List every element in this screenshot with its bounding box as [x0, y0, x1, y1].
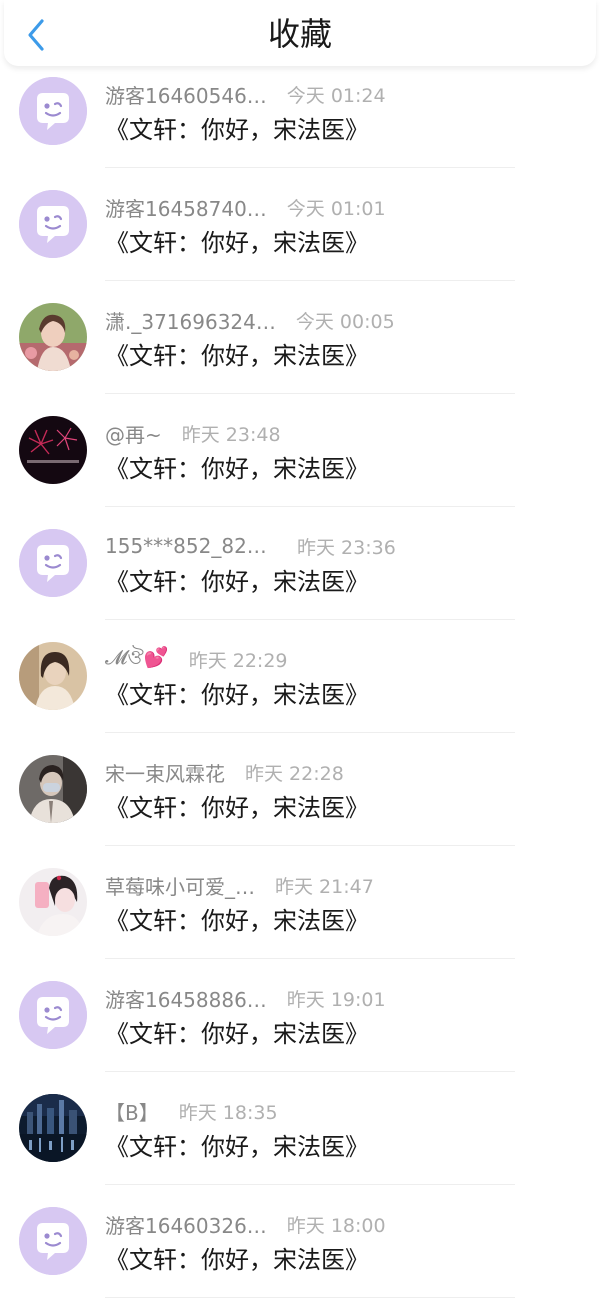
list-item[interactable]: 宋一束风霖花 昨天 22:28 《文轩：你好，宋法医》: [0, 733, 600, 846]
timestamp: 今天 00:05: [295, 310, 395, 333]
timestamp: 昨天 18:35: [178, 1101, 278, 1124]
timestamp: 昨天 21:47: [275, 875, 374, 898]
avatar[interactable]: [19, 1094, 87, 1162]
username[interactable]: 𝓜ঔ💕: [105, 643, 169, 676]
item-meta: @再~ 昨天 23:48: [105, 419, 281, 448]
timestamp: 昨天 23:48: [181, 423, 281, 446]
message-text[interactable]: 《文轩：你好，宋法医》: [105, 1130, 369, 1164]
favorites-list: 游客16460546… 今天 01:24 《文轩：你好，宋法医》 游客16458740…: [0, 55, 600, 1298]
timestamp: 今天 01:24: [286, 84, 386, 107]
list-item[interactable]: 草莓味小可爱_… 昨天 21:47 《文轩：你好，宋法医》: [0, 846, 600, 959]
username[interactable]: 宋一束风霖花: [105, 758, 225, 787]
default-avatar-icon[interactable]: [19, 1207, 87, 1275]
list-item[interactable]: 155***852_828… 昨天 23:36 《文轩：你好，宋法医》: [0, 507, 600, 620]
message-text[interactable]: 《文轩：你好，宋法医》: [105, 1017, 369, 1051]
message-text[interactable]: 《文轩：你好，宋法医》: [105, 678, 369, 712]
list-item[interactable]: 游客16458886… 昨天 19:01 《文轩：你好，宋法医》: [0, 959, 600, 1072]
timestamp: 昨天 18:00: [286, 1214, 386, 1237]
default-avatar-icon[interactable]: [19, 77, 87, 145]
list-item[interactable]: 游客16458740… 今天 01:01 《文轩：你好，宋法医》: [0, 168, 600, 281]
message-text[interactable]: 《文轩：你好，宋法医》: [105, 565, 369, 599]
message-text[interactable]: 《文轩：你好，宋法医》: [105, 226, 369, 260]
page-title: 收藏: [267, 15, 332, 53]
username[interactable]: 【B】: [105, 1097, 159, 1126]
timestamp: 昨天 22:28: [245, 762, 344, 785]
list-item[interactable]: 𝓜ঔ💕 昨天 22:29 《文轩：你好，宋法医》: [0, 620, 600, 733]
username[interactable]: @再~: [105, 419, 162, 448]
avatar[interactable]: [19, 416, 87, 484]
username[interactable]: 游客16460546…: [105, 80, 267, 109]
timestamp: 今天 01:01: [286, 197, 386, 220]
message-text[interactable]: 《文轩：你好，宋法医》: [105, 113, 369, 147]
item-meta: 游客16460546… 今天 01:24: [105, 80, 386, 109]
item-meta: 𝓜ঔ💕 昨天 22:29: [105, 645, 288, 672]
username[interactable]: 155***852_828…: [105, 534, 277, 558]
username[interactable]: 草莓味小可爱_…: [105, 871, 255, 900]
default-avatar-icon[interactable]: [19, 529, 87, 597]
message-text[interactable]: 《文轩：你好，宋法医》: [105, 452, 369, 486]
username[interactable]: 游客16458886…: [105, 984, 267, 1013]
list-item[interactable]: @再~ 昨天 23:48 《文轩：你好，宋法医》: [0, 394, 600, 507]
timestamp: 昨天 19:01: [286, 988, 386, 1011]
top-bar: 收藏: [4, 0, 596, 66]
item-meta: 155***852_828… 昨天 23:36: [105, 533, 396, 559]
list-item[interactable]: 游客16460326… 昨天 18:00 《文轩：你好，宋法医》: [0, 1185, 600, 1298]
message-text[interactable]: 《文轩：你好，宋法医》: [105, 339, 369, 373]
username[interactable]: 潇._371696324…: [105, 306, 276, 335]
default-avatar-icon[interactable]: [19, 981, 87, 1049]
item-meta: 潇._371696324… 今天 00:05: [105, 306, 395, 335]
message-text[interactable]: 《文轩：你好，宋法医》: [105, 1243, 369, 1277]
default-avatar-icon[interactable]: [19, 190, 87, 258]
avatar[interactable]: [19, 868, 87, 936]
avatar[interactable]: [19, 755, 87, 823]
timestamp: 昨天 22:29: [188, 649, 288, 672]
item-meta: 草莓味小可爱_… 昨天 21:47: [105, 871, 374, 900]
avatar[interactable]: [19, 642, 87, 710]
item-meta: 游客16460326… 昨天 18:00: [105, 1210, 386, 1239]
message-text[interactable]: 《文轩：你好，宋法医》: [105, 904, 369, 938]
list-item[interactable]: 【B】 昨天 18:35 《文轩：你好，宋法医》: [0, 1072, 600, 1185]
timestamp: 昨天 23:36: [297, 536, 396, 559]
item-meta: 游客16458886… 昨天 19:01: [105, 984, 386, 1013]
avatar[interactable]: [19, 303, 87, 371]
list-item[interactable]: 潇._371696324… 今天 00:05 《文轩：你好，宋法医》: [0, 281, 600, 394]
item-meta: 【B】 昨天 18:35: [105, 1097, 278, 1126]
list-item[interactable]: 游客16460546… 今天 01:24 《文轩：你好，宋法医》: [0, 55, 600, 168]
message-text[interactable]: 《文轩：你好，宋法医》: [105, 791, 369, 825]
item-meta: 宋一束风霖花 昨天 22:28: [105, 758, 344, 787]
item-meta: 游客16458740… 今天 01:01: [105, 193, 386, 222]
username[interactable]: 游客16460326…: [105, 1210, 267, 1239]
username[interactable]: 游客16458740…: [105, 193, 267, 222]
